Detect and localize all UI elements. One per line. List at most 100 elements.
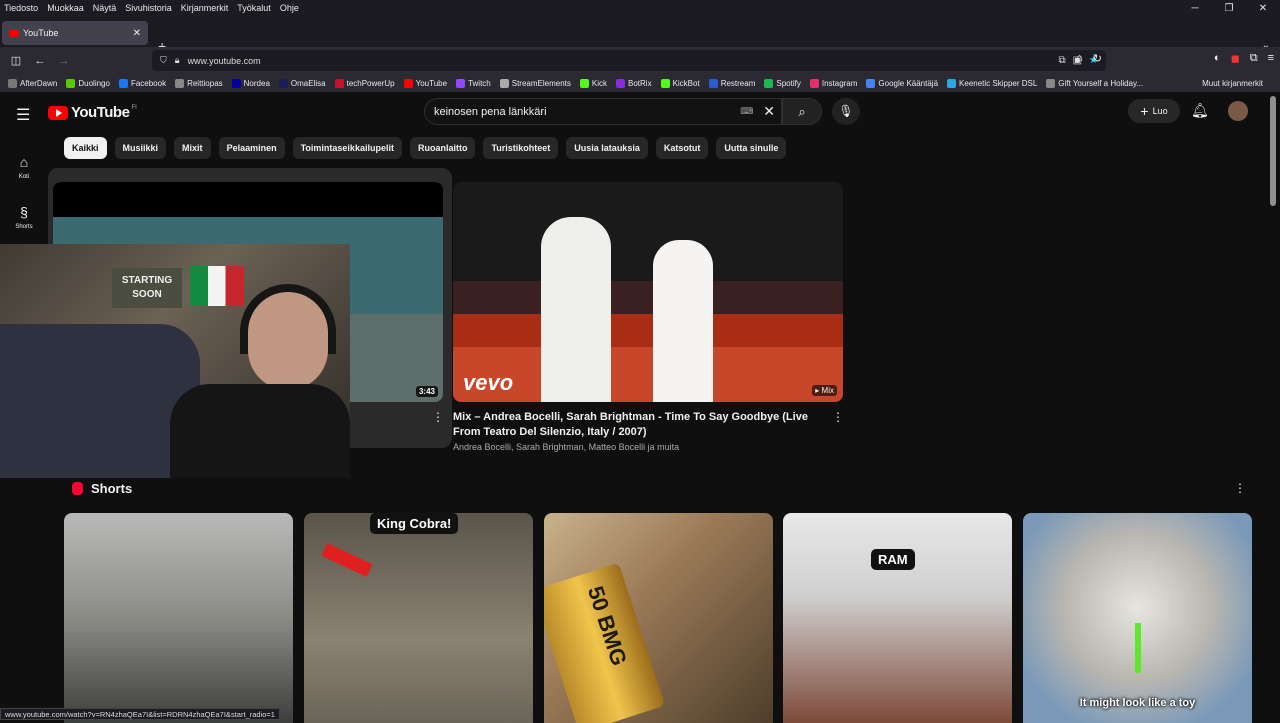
tab-title: YouTube bbox=[23, 28, 59, 38]
sidebar-toggle-icon[interactable]: ◫ bbox=[4, 54, 28, 67]
minimize-icon[interactable]: ─ bbox=[1178, 3, 1212, 14]
notifications-bell-icon[interactable]: 🔔︎ bbox=[1191, 102, 1209, 119]
video-title[interactable]: Mix – Andrea Bocelli, Sarah Brightman - … bbox=[453, 410, 823, 440]
filter-chip[interactable]: Uusia latauksia bbox=[566, 137, 648, 159]
menu-history[interactable]: Sivuhistoria bbox=[121, 3, 177, 13]
duration-badge: 3:43 bbox=[415, 386, 438, 397]
filter-chip[interactable]: Toimintaseikkailupelit bbox=[292, 137, 402, 159]
filter-chip[interactable]: Musiikki bbox=[114, 137, 167, 159]
bookmark-item[interactable]: Spotify bbox=[764, 78, 801, 88]
sidebar-item-home[interactable]: ⌂ Koti bbox=[0, 142, 48, 192]
sidebar-item-label: Shorts bbox=[15, 224, 33, 230]
search-input[interactable]: keinosen pena länkkäri ⌨ ✕ bbox=[424, 98, 782, 125]
menu-bookmarks[interactable]: Kirjanmerkit bbox=[177, 3, 234, 13]
more-actions-icon[interactable]: ⋮ bbox=[832, 410, 844, 424]
back-icon[interactable]: ← bbox=[28, 55, 52, 67]
bookmark-item[interactable]: StreamElements bbox=[499, 78, 571, 88]
clear-search-icon[interactable]: ✕ bbox=[763, 103, 775, 120]
bookmark-label: Twitch bbox=[468, 78, 491, 88]
app-menu-icon[interactable]: ≡ bbox=[1268, 52, 1274, 65]
extension-badge-icon[interactable]: ◼ bbox=[1231, 52, 1240, 65]
short-card[interactable]: King Cobra! bbox=[304, 513, 533, 723]
bookmark-favicon-icon bbox=[579, 78, 589, 88]
bookmark-item[interactable]: BotRix bbox=[616, 78, 652, 88]
search-button[interactable]: ⌕ bbox=[782, 98, 822, 125]
short-card[interactable]: 50 BMG bbox=[544, 513, 773, 723]
bookmark-item[interactable]: AfterDawn bbox=[8, 78, 58, 88]
voice-search-button[interactable]: 🎙︎ bbox=[832, 98, 860, 125]
youtube-logo[interactable]: YouTube FI bbox=[48, 104, 137, 121]
avatar[interactable] bbox=[1228, 101, 1248, 121]
nav-bar: ◫ ← → ⛉ 🔒︎ www.youtube.com ⧉ ▣ ★ ⌂ ↻ ◐ ◼… bbox=[0, 47, 1280, 74]
create-label: Luo bbox=[1152, 106, 1168, 116]
bookmark-favicon-icon bbox=[947, 78, 957, 88]
scrollbar[interactable] bbox=[1270, 96, 1276, 206]
video-channel-meta[interactable]: Andrea Bocelli, Sarah Brightman, Matteo … bbox=[453, 442, 679, 452]
bookmark-item[interactable]: Kick bbox=[579, 78, 607, 88]
bookmark-label: Duolingo bbox=[78, 78, 110, 88]
bookmark-label: Spotify bbox=[776, 78, 801, 88]
short-card[interactable] bbox=[64, 513, 293, 723]
menu-file[interactable]: Tiedosto bbox=[0, 3, 43, 13]
filter-chip[interactable]: Kaikki bbox=[64, 137, 107, 159]
mini-guide: ⌂ Koti § Shorts bbox=[0, 142, 48, 242]
menu-help[interactable]: Ohje bbox=[276, 3, 304, 13]
guide-menu-icon[interactable]: ☰ bbox=[16, 105, 30, 125]
extensions-icon[interactable]: ⧉ bbox=[1250, 52, 1258, 65]
sidebar-item-label: Koti bbox=[18, 174, 30, 180]
filter-chip[interactable]: Ruoanlaitto bbox=[409, 137, 476, 159]
bookmark-item[interactable]: Gift Yourself a Holiday... bbox=[1046, 78, 1144, 88]
tab-youtube[interactable]: YouTube ✕ bbox=[2, 21, 148, 45]
youtube-favicon-icon bbox=[9, 29, 19, 37]
keyboard-icon[interactable]: ⌨ bbox=[740, 106, 753, 117]
filter-chip[interactable]: Turistikohteet bbox=[483, 137, 559, 159]
maximize-icon[interactable]: ❐ bbox=[1212, 3, 1246, 14]
short-card[interactable]: RAM bbox=[783, 513, 1012, 723]
short-card[interactable]: It might look like a toy bbox=[1023, 513, 1252, 723]
bookmark-label: Gift Yourself a Holiday... bbox=[1058, 78, 1144, 88]
filter-chip[interactable]: Katsotut bbox=[655, 137, 709, 159]
account-icon[interactable]: ◐ bbox=[1214, 52, 1221, 65]
bookmark-label: OmaElisa bbox=[290, 78, 326, 88]
filter-chip[interactable]: Pelaaminen bbox=[218, 137, 285, 159]
bookmark-item[interactable]: Reittiopas bbox=[175, 78, 223, 88]
home-icon[interactable]: ⌂ bbox=[1076, 52, 1083, 65]
bookmark-label: AfterDawn bbox=[20, 78, 58, 88]
red-arrow bbox=[321, 543, 373, 577]
bookmark-item[interactable]: Twitch bbox=[456, 78, 491, 88]
bookmark-item[interactable]: Duolingo bbox=[66, 78, 110, 88]
lock-icon[interactable]: 🔒︎ bbox=[175, 55, 180, 66]
bookmark-item[interactable]: OmaElisa bbox=[278, 78, 326, 88]
url-text[interactable]: www.youtube.com bbox=[188, 56, 261, 66]
bookmark-item[interactable]: Google Kääntäjä bbox=[866, 78, 938, 88]
address-bar[interactable]: ⛉ 🔒︎ www.youtube.com ⧉ ▣ ★ bbox=[152, 50, 1106, 71]
menu-view[interactable]: Näytä bbox=[89, 3, 122, 13]
close-window-icon[interactable]: ✕ bbox=[1246, 3, 1280, 14]
forward-icon[interactable]: → bbox=[52, 55, 76, 67]
bookmark-item[interactable]: KickBot bbox=[660, 78, 700, 88]
reload-icon[interactable]: ↻ bbox=[1093, 52, 1102, 65]
bookmark-label: BotRix bbox=[628, 78, 652, 88]
shield-icon[interactable]: ⛉ bbox=[160, 55, 167, 66]
video-thumbnail-mix[interactable]: vevo ▸ Mix bbox=[453, 182, 843, 402]
bookmark-item[interactable]: Restream bbox=[708, 78, 755, 88]
bookmark-item[interactable]: techPowerUp bbox=[334, 78, 395, 88]
bookmark-item[interactable]: Instagram bbox=[809, 78, 857, 88]
close-tab-icon[interactable]: ✕ bbox=[133, 28, 141, 39]
filter-chip[interactable]: Uutta sinulle bbox=[716, 137, 787, 159]
create-button[interactable]: + Luo bbox=[1128, 99, 1180, 123]
menu-tools[interactable]: Työkalut bbox=[233, 3, 276, 13]
menu-edit[interactable]: Muokkaa bbox=[43, 3, 89, 13]
bookmark-favicon-icon bbox=[499, 78, 509, 88]
bookmark-item[interactable]: Nordea bbox=[231, 78, 270, 88]
sidebar-item-shorts[interactable]: § Shorts bbox=[0, 192, 48, 242]
filter-chip[interactable]: Mixit bbox=[174, 137, 211, 159]
filter-chips: Kaikki Musiikki Mixit Pelaaminen Toimintasei… bbox=[64, 137, 787, 159]
bookmark-item[interactable]: YouTube bbox=[403, 78, 447, 88]
shorts-more-icon[interactable]: ⋮ bbox=[1234, 481, 1246, 495]
picture-in-picture-icon[interactable]: ⧉ bbox=[1058, 55, 1065, 66]
bookmark-item[interactable]: Facebook bbox=[118, 78, 166, 88]
other-bookmarks[interactable]: Muut kirjanmerkit bbox=[1202, 79, 1263, 88]
more-actions-icon[interactable]: ⋮ bbox=[432, 410, 444, 424]
bookmark-item[interactable]: Keenetic Skipper DSL bbox=[947, 78, 1037, 88]
